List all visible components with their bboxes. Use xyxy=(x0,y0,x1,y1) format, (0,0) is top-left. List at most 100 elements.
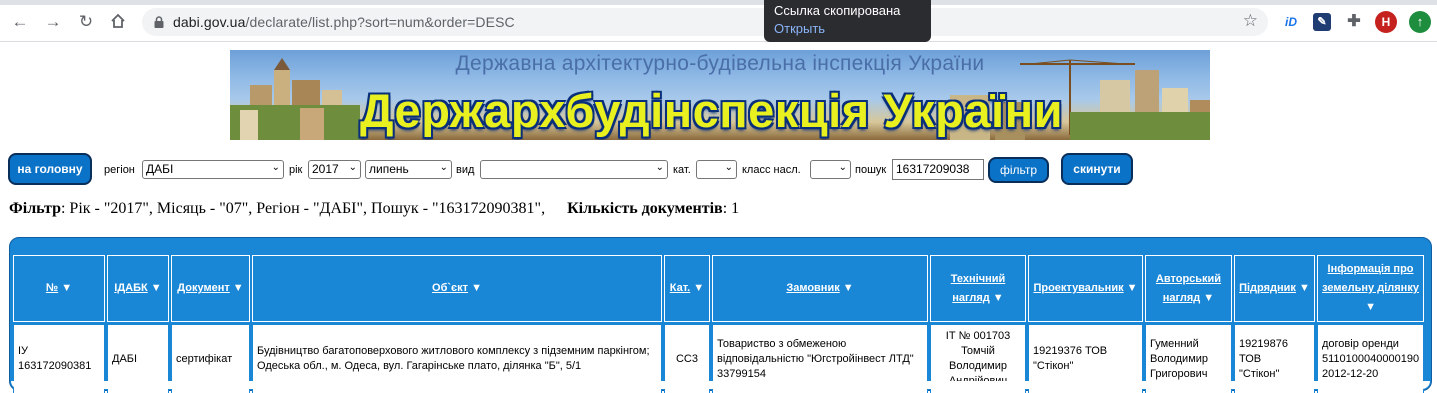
extension-snipping-icon[interactable]: ✎ xyxy=(1313,13,1331,31)
chevron-down-icon: ⌄ xyxy=(271,162,280,173)
sort-desc-icon: ▼ xyxy=(147,282,162,294)
month-select-value: липень xyxy=(369,162,409,176)
year-select[interactable]: 2017 ⌄ xyxy=(308,160,361,179)
address-bar[interactable]: dabi.gov.ua/declarate/list.php?sort=num&… xyxy=(142,8,1268,36)
sort-link[interactable]: Документ xyxy=(177,282,229,294)
link-copied-toast: Ссылка скопирована Открыть xyxy=(764,0,931,42)
search-label: пошук xyxy=(855,164,887,176)
sort-link[interactable]: Авторський xyxy=(1156,273,1221,285)
cell-author-line: Володимир xyxy=(1150,352,1209,365)
cell-num-value: 163172090381 xyxy=(18,360,92,372)
sort-desc-icon: ▼ xyxy=(1365,301,1376,313)
sort-desc-icon: ▼ xyxy=(1200,291,1215,304)
sort-link[interactable]: ІДАБК xyxy=(114,282,147,294)
bookmark-star-icon[interactable]: ☆ xyxy=(1243,11,1258,31)
cell-land-line: 2012-12-20 xyxy=(1322,367,1379,380)
update-icon[interactable]: ↑ xyxy=(1409,11,1431,33)
column-header-num[interactable]: № ▼ xyxy=(13,255,105,322)
sort-link[interactable]: Інформація про xyxy=(1328,263,1414,275)
document-count-label: Кількість документів xyxy=(567,200,723,217)
cell-land-line: договір оренди xyxy=(1322,337,1399,350)
cell-contractor-line: 19219876 xyxy=(1239,337,1288,350)
toast-open-link[interactable]: Открыть xyxy=(774,20,921,38)
sort-link[interactable]: Проектувальник xyxy=(1033,282,1123,294)
category-label: кат. xyxy=(673,164,691,176)
category-select[interactable]: ⌄ xyxy=(696,160,737,179)
tab-strip-edge xyxy=(0,0,1437,5)
column-header-document[interactable]: Документ ▼ xyxy=(171,255,250,322)
sort-desc-icon: ▼ xyxy=(58,282,73,294)
forward-icon[interactable]: → xyxy=(43,12,63,32)
cell-land-line: 5110100040000190 xyxy=(1322,352,1420,365)
filter-summary-label: Фільтр xyxy=(9,200,61,217)
sort-link[interactable]: нагляд xyxy=(952,292,989,304)
site-banner: Державна архітектурно-будівельна інспекц… xyxy=(230,50,1210,140)
document-count-value: : 1 xyxy=(722,200,740,217)
home-icon[interactable] xyxy=(108,12,128,32)
chevron-down-icon: ⌄ xyxy=(655,162,664,173)
url-text: dabi.gov.ua/declarate/list.php?sort=num&… xyxy=(173,14,515,30)
cell-contractor-line: "Стікон" xyxy=(1239,367,1280,380)
column-header-category[interactable]: Кат. ▼ xyxy=(664,255,710,322)
home-button[interactable]: на головну xyxy=(8,153,92,185)
filter-summary: Фільтр: Рік - "2017", Місяць - "07", Рег… xyxy=(9,200,739,218)
cell-author-line: Григорович xyxy=(1150,367,1208,380)
declarations-table: № ▼ ІДАБК ▼ Документ ▼ Об`єкт ▼ Кат. ▼ З… xyxy=(11,253,1426,393)
column-header-tech-supervision[interactable]: Технічний нагляд ▼ xyxy=(930,255,1026,322)
back-icon[interactable]: ← xyxy=(10,12,30,32)
chevron-down-icon: ⌄ xyxy=(838,162,847,173)
extension-id-icon[interactable]: iD xyxy=(1280,11,1302,33)
column-header-contractor[interactable]: Підрядник ▼ xyxy=(1234,255,1315,322)
region-label: регіон xyxy=(104,164,135,176)
cell-tech-line: ІТ № 001703 xyxy=(945,330,1011,342)
profile-avatar[interactable]: H xyxy=(1375,11,1397,33)
extensions-puzzle-icon[interactable]: ✚ xyxy=(1343,11,1365,33)
type-label: вид xyxy=(456,164,475,176)
type-select[interactable]: ⌄ xyxy=(480,160,668,179)
sort-link[interactable]: Підрядник xyxy=(1239,282,1296,294)
sort-link[interactable]: Технічний xyxy=(951,273,1006,285)
cell-tech-line: Володимир xyxy=(948,360,1008,372)
year-label: рік xyxy=(289,164,303,176)
sort-desc-icon: ▼ xyxy=(690,282,705,294)
column-header-designer[interactable]: Проектувальник ▼ xyxy=(1028,255,1143,322)
declarations-table-container: № ▼ ІДАБК ▼ Документ ▼ Об`єкт ▼ Кат. ▼ З… xyxy=(9,237,1432,393)
sort-link[interactable]: Кат. xyxy=(670,282,690,294)
toast-message: Ссылка скопирована xyxy=(774,3,901,18)
cell-tech-line: Томчій xyxy=(961,345,995,357)
region-select-value: ДАБІ xyxy=(146,162,174,176)
sort-desc-icon: ▼ xyxy=(839,282,854,294)
cell-contractor-line: ТОВ xyxy=(1239,352,1262,365)
sort-link[interactable]: нагляд xyxy=(1163,292,1200,304)
lock-icon xyxy=(154,16,164,28)
search-input[interactable]: 16317209038 xyxy=(892,159,984,180)
banner-subtitle: Державна архітектурно-будівельна інспекц… xyxy=(455,52,985,75)
chevron-down-icon: ⌄ xyxy=(348,162,357,173)
table-header-row: № ▼ ІДАБК ▼ Документ ▼ Об`єкт ▼ Кат. ▼ З… xyxy=(13,255,1425,322)
sort-desc-icon: ▼ xyxy=(468,282,482,294)
month-select[interactable]: липень ⌄ xyxy=(365,160,452,179)
filter-button[interactable]: фільтр xyxy=(988,157,1049,183)
class-select[interactable]: ⌄ xyxy=(810,160,851,179)
sort-link[interactable]: № xyxy=(46,282,58,294)
sort-link[interactable]: Замовник xyxy=(786,282,839,294)
class-label: класс насл. xyxy=(742,164,801,176)
sort-desc-icon: ▼ xyxy=(989,291,1004,304)
sort-link[interactable]: земельну ділянку xyxy=(1322,282,1419,294)
chevron-down-icon: ⌄ xyxy=(724,162,733,173)
column-header-customer[interactable]: Замовник ▼ xyxy=(712,255,928,322)
browser-toolbar: ← → ↻ dabi.gov.ua/declarate/list.php?sor… xyxy=(0,0,1437,42)
reload-icon[interactable]: ↻ xyxy=(76,12,96,32)
region-select[interactable]: ДАБІ ⌄ xyxy=(142,160,284,179)
column-header-author-supervision[interactable]: Авторський нагляд ▼ xyxy=(1145,255,1232,322)
cell-author-line: Гуменний xyxy=(1150,337,1199,350)
reset-button[interactable]: скинути xyxy=(1061,153,1133,185)
filter-summary-text: : Рік - "2017", Місяць - "07", Регіон - … xyxy=(60,200,546,217)
column-header-object[interactable]: Об`єкт ▼ xyxy=(252,255,662,322)
cell-num-prefix: ІУ xyxy=(18,345,29,357)
sort-link[interactable]: Об`єкт xyxy=(432,282,468,294)
column-header-land-info[interactable]: Інформація про земельну ділянку ▼ xyxy=(1317,255,1425,322)
table-footer-bar xyxy=(11,381,1430,389)
column-header-idabk[interactable]: ІДАБК ▼ xyxy=(107,255,169,322)
banner-title: Держархбудінспекція України xyxy=(360,84,1064,137)
